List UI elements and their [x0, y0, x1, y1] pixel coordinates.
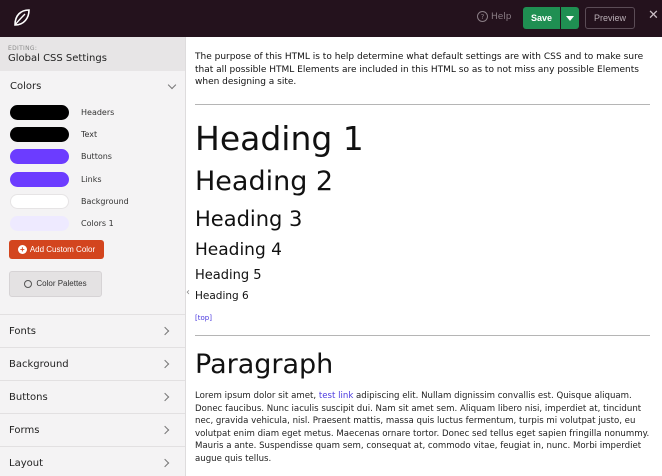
color-row-buttons[interactable]: Buttons: [0, 146, 185, 168]
preview-content: The purpose of this HTML is to help dete…: [195, 37, 650, 476]
editing-label: EDITING:: [8, 45, 38, 52]
colors-section-title: Colors: [10, 80, 42, 92]
section-buttons[interactable]: Buttons: [0, 380, 185, 413]
color-swatch[interactable]: [10, 193, 69, 209]
save-options-dropdown[interactable]: [561, 7, 579, 29]
add-custom-color-label: Add Custom Color: [29, 244, 96, 254]
section-label: Background: [9, 358, 69, 370]
test-link[interactable]: test link: [319, 391, 353, 401]
color-swatch[interactable]: [10, 216, 69, 232]
color-row-headers[interactable]: Headers: [0, 101, 185, 123]
section-label: Forms: [9, 424, 40, 436]
editing-title: Global CSS Settings: [8, 53, 107, 64]
color-palettes-button[interactable]: Color Palettes: [9, 270, 102, 297]
plus-icon: +: [17, 244, 27, 254]
top-bar: ? Help Save Preview ✕: [0, 0, 662, 37]
section-fonts[interactable]: Fonts: [0, 314, 185, 347]
color-swatch[interactable]: [10, 126, 69, 142]
chevron-right-icon: [160, 359, 170, 369]
intro-text: The purpose of this HTML is to help dete…: [195, 52, 644, 87]
color-palettes-label: Color Palettes: [36, 279, 87, 289]
color-label: Colors 1: [81, 219, 114, 229]
section-label: Fonts: [9, 325, 36, 337]
section-layout[interactable]: Layout: [0, 446, 185, 476]
color-swatch[interactable]: [10, 171, 69, 187]
help-label: Help: [491, 11, 512, 22]
color-label: Headers: [81, 107, 115, 117]
help-link[interactable]: ? Help: [477, 11, 512, 22]
section-background[interactable]: Background: [0, 347, 185, 380]
color-label: Background: [81, 196, 129, 206]
section-label: Buttons: [9, 391, 48, 403]
colors-section-header[interactable]: Colors: [0, 71, 185, 101]
section-forms[interactable]: Forms: [0, 413, 185, 446]
heading-4: Heading 4: [195, 240, 282, 260]
help-icon: ?: [477, 11, 488, 22]
collapse-sidebar-icon[interactable]: ‹: [186, 287, 192, 298]
heading-6: Heading 6: [195, 290, 249, 302]
heading-2: Heading 2: [195, 166, 334, 197]
chevron-right-icon: [160, 458, 170, 468]
chevron-down-icon: [167, 80, 177, 89]
paragraph-heading: Paragraph: [195, 349, 334, 380]
color-label: Buttons: [81, 152, 112, 162]
color-list: Headers Text Buttons Links Background Co…: [0, 101, 185, 235]
top-link[interactable]: [top]: [195, 314, 212, 322]
paragraph-text: Lorem ipsum dolor sit amet, test link ad…: [195, 390, 650, 465]
color-swatch[interactable]: [10, 149, 69, 165]
heading-3: Heading 3: [195, 207, 303, 231]
color-swatch[interactable]: [10, 104, 69, 120]
preview-button[interactable]: Preview: [585, 7, 635, 29]
color-label: Links: [81, 174, 102, 184]
palette-icon: [24, 279, 33, 288]
seedprod-logo-icon[interactable]: [10, 6, 34, 30]
chevron-right-icon: [160, 392, 170, 402]
divider: [195, 104, 650, 105]
color-row-background[interactable]: Background: [0, 190, 185, 212]
heading-5: Heading 5: [195, 268, 262, 283]
heading-1: Heading 1: [195, 119, 364, 158]
add-custom-color-button[interactable]: + Add Custom Color: [9, 239, 104, 259]
close-icon[interactable]: ✕: [648, 8, 659, 23]
editing-header: EDITING: Global CSS Settings: [0, 37, 185, 71]
chevron-right-icon: [160, 326, 170, 336]
color-row-colors-1[interactable]: Colors 1: [0, 212, 185, 234]
color-row-text[interactable]: Text: [0, 123, 185, 145]
paragraph-text-start: Lorem ipsum dolor sit amet,: [195, 391, 319, 401]
divider: [195, 335, 650, 336]
color-row-links[interactable]: Links: [0, 168, 185, 190]
save-button[interactable]: Save: [523, 7, 560, 29]
settings-sidebar: EDITING: Global CSS Settings Colors Head…: [0, 37, 186, 476]
chevron-right-icon: [160, 425, 170, 435]
section-label: Layout: [9, 457, 43, 469]
color-label: Text: [81, 129, 98, 139]
paragraph-text-end: adipiscing elit. Nullam dignissim conval…: [195, 391, 650, 464]
